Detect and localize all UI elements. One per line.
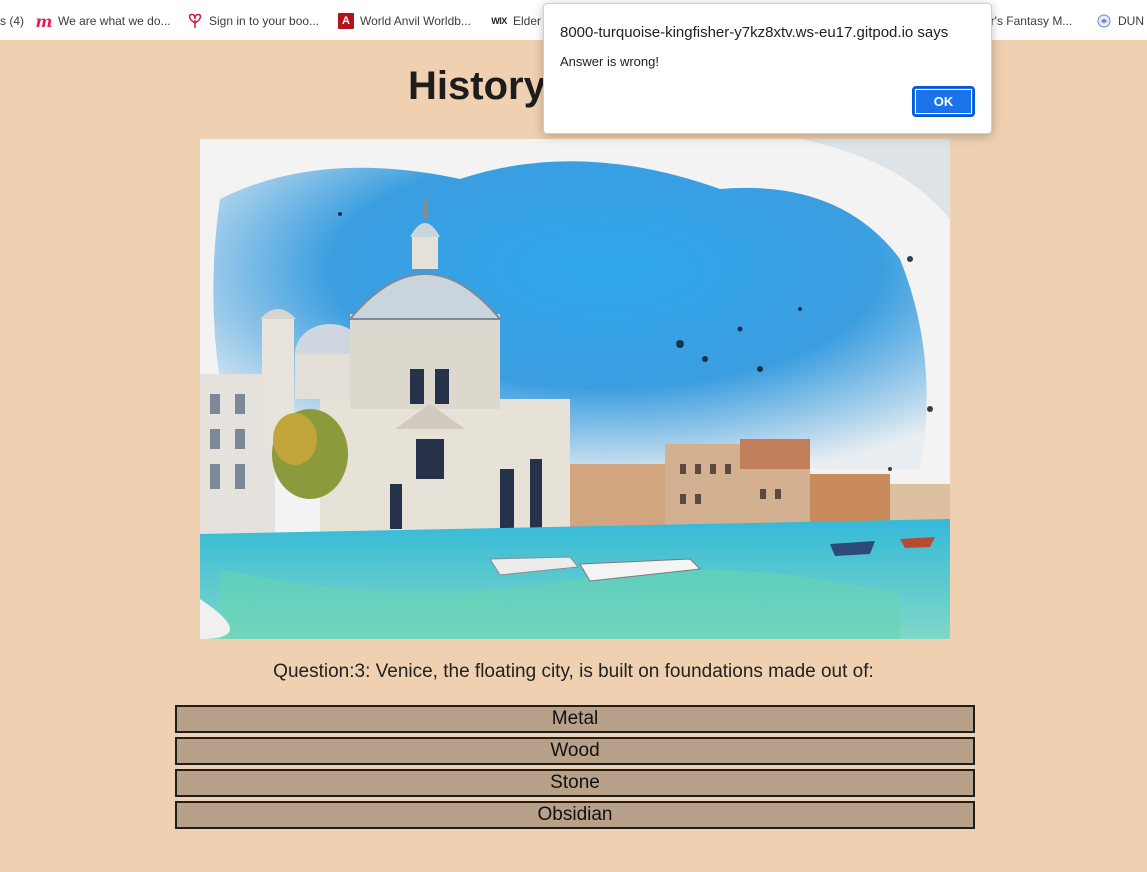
ok-button[interactable]: OK xyxy=(912,86,975,117)
answer-button[interactable]: Stone xyxy=(175,769,975,797)
alert-dialog: 8000-turquoise-kingfisher-y7kz8xtv.ws-eu… xyxy=(543,3,992,134)
answer-list: Metal Wood Stone Obsidian xyxy=(175,705,975,833)
page-title: History xyxy=(408,64,546,108)
question-image xyxy=(200,139,950,639)
bookmark-label: World Anvil Worldb... xyxy=(360,14,471,28)
wix-icon: WIX xyxy=(491,16,507,26)
bookmark-label: ar's Fantasy M... xyxy=(984,14,1073,28)
heart-icon xyxy=(187,13,203,29)
bookmark-item[interactable]: WIX Elder xyxy=(491,12,541,30)
dialog-title: 8000-turquoise-kingfisher-y7kz8xtv.ws-eu… xyxy=(560,24,949,41)
bookmark-item[interactable]: s (4) xyxy=(0,12,24,30)
question-text: Question:3: Venice, the floating city, i… xyxy=(273,661,874,682)
bookmark-label: Sign in to your boo... xyxy=(209,14,320,28)
bookmark-item[interactable]: DUN xyxy=(1096,12,1144,30)
bookmark-label: s (4) xyxy=(0,14,24,28)
bookmark-item[interactable]: A World Anvil Worldb... xyxy=(338,12,471,30)
bookmark-item[interactable]: m We are what we do... xyxy=(35,11,171,31)
world-anvil-icon: A xyxy=(338,13,354,29)
bookmark-label: DUN xyxy=(1118,14,1144,28)
bookmark-item[interactable]: Sign in to your boo... xyxy=(187,12,319,30)
bookmark-item[interactable]: ar's Fantasy M... xyxy=(984,12,1072,30)
bookmark-label: Elder xyxy=(513,14,542,28)
globe-icon xyxy=(1096,13,1112,29)
m-logo-icon: m xyxy=(35,11,53,31)
answer-button[interactable]: Obsidian xyxy=(175,801,975,829)
bookmark-label: We are what we do... xyxy=(58,14,171,28)
answer-button[interactable]: Wood xyxy=(175,737,975,765)
answer-button[interactable]: Metal xyxy=(175,705,975,733)
dialog-message: Answer is wrong! xyxy=(560,54,659,69)
